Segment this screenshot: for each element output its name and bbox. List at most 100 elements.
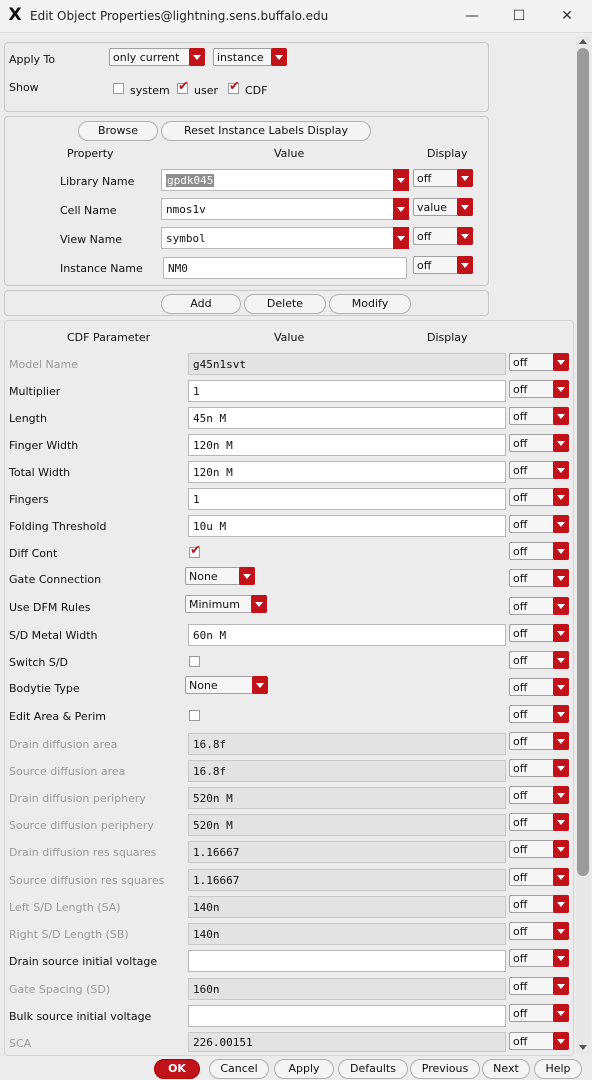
minimize-button[interactable]: — [452, 0, 492, 32]
display-value: off [513, 762, 528, 775]
bulk-source-initial-voltage-display-dropdown[interactable]: off [509, 1004, 569, 1022]
model-name-display-dropdown[interactable]: off [509, 353, 569, 371]
vertical-scrollbar[interactable] [576, 36, 590, 1054]
defaults-button[interactable]: Defaults [338, 1059, 408, 1079]
display-value: off [513, 518, 528, 531]
diff-cont-display-dropdown[interactable]: off [509, 542, 569, 560]
total-width-display-dropdown[interactable]: off [509, 461, 569, 479]
reset-instance-labels-button[interactable]: Reset Instance Labels Display [161, 121, 371, 141]
total-width-field[interactable]: 120n M [188, 461, 506, 483]
browse-button[interactable]: Browse [78, 121, 158, 141]
sca-display-dropdown[interactable]: off [509, 1032, 569, 1050]
fingers-field[interactable]: 1 [188, 488, 506, 510]
drain-source-initial-voltage-display-dropdown[interactable]: off [509, 949, 569, 967]
instance-name-display-dropdown[interactable]: off [413, 256, 473, 274]
scroll-up-icon[interactable] [576, 36, 590, 48]
multiplier-field[interactable]: 1 [188, 380, 506, 402]
use-dfm-rules-label: Use DFM Rules [9, 601, 91, 614]
instance-name-field[interactable]: NM0 [163, 257, 407, 279]
drain-diffusion-periphery-label: Drain diffusion periphery [9, 792, 146, 805]
chevron-down-icon [189, 48, 205, 66]
chevron-down-icon[interactable] [393, 227, 409, 249]
cell-name-field[interactable]: nmos1v [161, 198, 409, 220]
finger-width-display-dropdown[interactable]: off [509, 434, 569, 452]
fingers-value: 1 [193, 493, 200, 506]
previous-button[interactable]: Previous [410, 1059, 480, 1079]
display-value: off [513, 1035, 528, 1048]
check-icon: ✔ [190, 543, 201, 558]
library-name-field[interactable]: gpdk045 [161, 169, 409, 191]
modify-button[interactable]: Modify [329, 294, 411, 314]
show-system-checkbox[interactable] [113, 83, 124, 94]
source-diffusion-periphery-value: 520n M [193, 819, 233, 832]
length-display-dropdown[interactable]: off [509, 407, 569, 425]
bulk-source-initial-voltage-field[interactable] [188, 1005, 506, 1027]
view-name-field[interactable]: symbol [161, 227, 409, 249]
add-button[interactable]: Add [161, 294, 241, 314]
gate-connection-dropdown[interactable]: None [185, 567, 255, 585]
bodytie-type-value: None [189, 679, 218, 692]
ok-button[interactable]: OK [154, 1059, 200, 1079]
view-name-label: View Name [60, 233, 123, 246]
check-icon: ✔ [229, 79, 240, 94]
diff-cont-checkbox[interactable]: ✔ [189, 543, 201, 558]
gate-connection-display-dropdown[interactable]: off [509, 569, 569, 587]
close-button[interactable]: ✕ [547, 0, 587, 32]
drain-source-initial-voltage-field[interactable] [188, 950, 506, 972]
right-sd-length-display-dropdown[interactable]: off [509, 922, 569, 940]
source-diffusion-area-display-dropdown[interactable]: off [509, 759, 569, 777]
folding-threshold-field[interactable]: 10u M [188, 515, 506, 537]
delete-button[interactable]: Delete [244, 294, 326, 314]
chevron-down-icon [271, 48, 287, 66]
display-value: off [513, 789, 528, 802]
use-dfm-rules-display-dropdown[interactable]: off [509, 597, 569, 615]
show-label: Show [9, 81, 39, 94]
gate-spacing-display-dropdown[interactable]: off [509, 977, 569, 995]
switch-sd-checkbox[interactable] [189, 656, 200, 667]
maximize-button[interactable]: ☐ [499, 0, 539, 32]
view-name-display-dropdown[interactable]: off [413, 227, 473, 245]
multiplier-display-dropdown[interactable]: off [509, 380, 569, 398]
drain-diffusion-res-squares-value: 1.16667 [193, 846, 240, 859]
help-button[interactable]: Help [534, 1059, 582, 1079]
bodytie-type-display-dropdown[interactable]: off [509, 678, 569, 696]
drain-diffusion-periphery-display-dropdown[interactable]: off [509, 786, 569, 804]
display-value: off [513, 491, 528, 504]
fingers-display-dropdown[interactable]: off [509, 488, 569, 506]
gate-spacing-field: 160n [188, 978, 506, 1000]
source-diffusion-res-squares-display-dropdown[interactable]: off [509, 868, 569, 886]
display-value: off [513, 356, 528, 369]
show-cdf-checkbox[interactable]: ✔ [228, 79, 240, 94]
window-title: Edit Object Properties@lightning.sens.bu… [30, 9, 329, 23]
folding-threshold-display-dropdown[interactable]: off [509, 515, 569, 533]
next-button[interactable]: Next [482, 1059, 530, 1079]
display-value: off [513, 654, 528, 667]
use-dfm-rules-dropdown[interactable]: Minimum [185, 595, 267, 613]
chevron-down-icon[interactable] [393, 198, 409, 220]
scroll-thumb[interactable] [577, 48, 589, 876]
chevron-down-icon[interactable] [393, 169, 409, 191]
cell-name-display-dropdown[interactable]: value [413, 198, 473, 216]
apply-target-dropdown[interactable]: instance [213, 48, 287, 66]
finger-width-field[interactable]: 120n M [188, 434, 506, 456]
show-user-checkbox[interactable]: ✔ [177, 79, 189, 94]
source-diffusion-periphery-display-dropdown[interactable]: off [509, 813, 569, 831]
sd-metal-width-field[interactable]: 60n M [188, 624, 506, 646]
switch-sd-display-dropdown[interactable]: off [509, 651, 569, 669]
cancel-button[interactable]: Cancel [209, 1059, 269, 1079]
drain-diffusion-area-display-dropdown[interactable]: off [509, 732, 569, 750]
library-name-display-dropdown[interactable]: off [413, 169, 473, 187]
apply-button[interactable]: Apply [274, 1059, 334, 1079]
apply-scope-dropdown[interactable]: only current [109, 48, 205, 66]
chevron-down-icon [457, 256, 473, 274]
length-field[interactable]: 45n M [188, 407, 506, 429]
actions-panel: Add Delete Modify [4, 290, 489, 316]
sd-metal-width-display-dropdown[interactable]: off [509, 624, 569, 642]
scroll-down-icon[interactable] [576, 1042, 590, 1054]
bodytie-type-dropdown[interactable]: None [185, 676, 268, 694]
edit-area-perim-display-dropdown[interactable]: off [509, 705, 569, 723]
drain-diffusion-res-squares-display-dropdown[interactable]: off [509, 840, 569, 858]
chevron-down-icon [553, 461, 569, 479]
left-sd-length-display-dropdown[interactable]: off [509, 895, 569, 913]
edit-area-perim-checkbox[interactable] [189, 710, 200, 721]
